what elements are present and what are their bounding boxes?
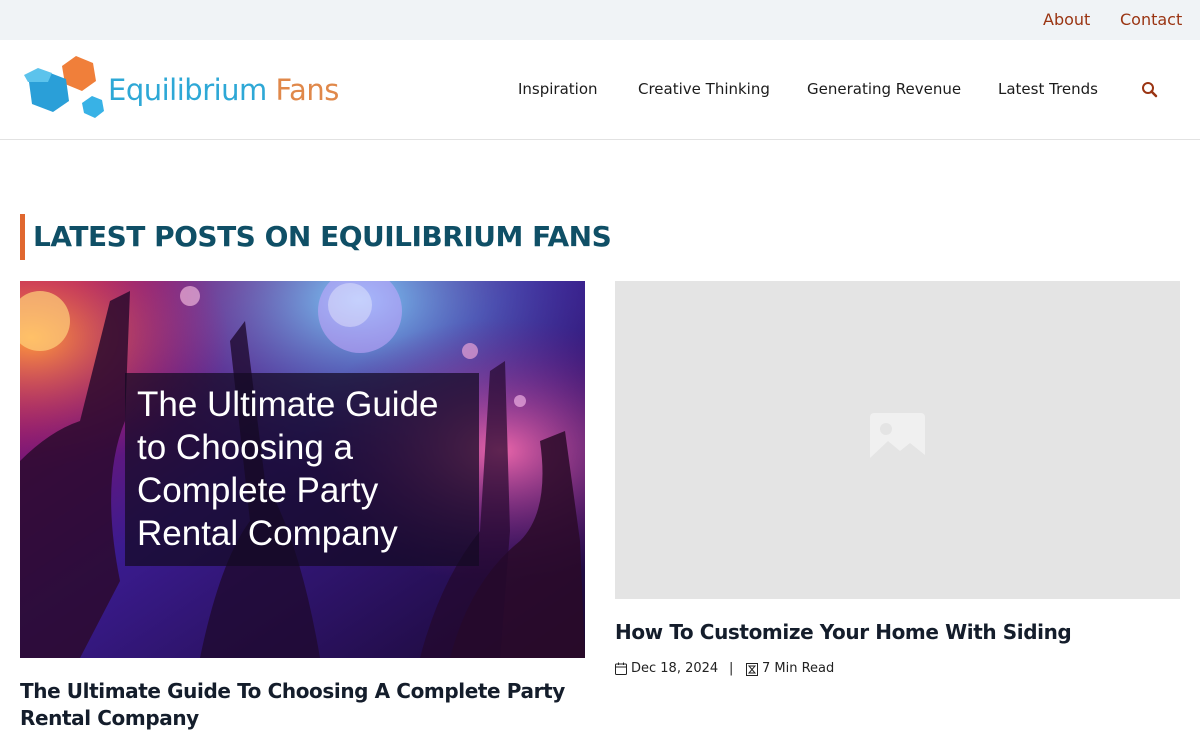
logo-word-fans: Fans: [275, 73, 340, 107]
site-logo[interactable]: Equilibrium Fans: [20, 55, 339, 125]
image-placeholder-icon: [870, 413, 925, 468]
logo-wordmark: Equilibrium Fans: [108, 73, 339, 107]
hourglass-icon: [746, 663, 758, 676]
nav-generating-revenue[interactable]: Generating Revenue: [807, 80, 961, 98]
about-link[interactable]: About: [1043, 10, 1090, 29]
nav-creative-thinking[interactable]: Creative Thinking: [638, 80, 770, 98]
post-2-image[interactable]: [615, 281, 1180, 599]
section-title-text: LATEST POSTS ON EQUILIBRIUM FANS: [33, 220, 612, 253]
post-1-image[interactable]: The Ultimate Guide to Choosing a Complet…: [20, 281, 585, 658]
post-1-title[interactable]: The Ultimate Guide To Choosing A Complet…: [20, 678, 580, 732]
search-icon: [1142, 82, 1158, 98]
logo-hexagons-icon: [24, 56, 104, 118]
nav-latest-trends[interactable]: Latest Trends: [998, 80, 1098, 98]
image-caption-text: The Ultimate Guide to Choosing a Complet…: [137, 385, 439, 553]
post-2-title[interactable]: How To Customize Your Home With Siding: [615, 619, 1180, 646]
site-header: Equilibrium Fans Inspiration Creative Th…: [0, 40, 1200, 140]
contact-link[interactable]: Contact: [1120, 10, 1182, 29]
read-time: 7 Min Read: [762, 661, 835, 676]
section-heading: LATEST POSTS ON EQUILIBRIUM FANS: [20, 214, 612, 260]
meta-separator: |: [729, 661, 734, 676]
search-button[interactable]: [1140, 80, 1160, 100]
logo-word-equilibrium: Equilibrium: [108, 73, 267, 107]
calendar-icon: [615, 662, 627, 675]
image-caption-box: The Ultimate Guide to Choosing a Complet…: [125, 373, 479, 566]
post-date: Dec 18, 2024: [631, 661, 719, 676]
top-utility-bar: About Contact: [0, 0, 1200, 40]
nav-inspiration[interactable]: Inspiration: [518, 80, 598, 98]
